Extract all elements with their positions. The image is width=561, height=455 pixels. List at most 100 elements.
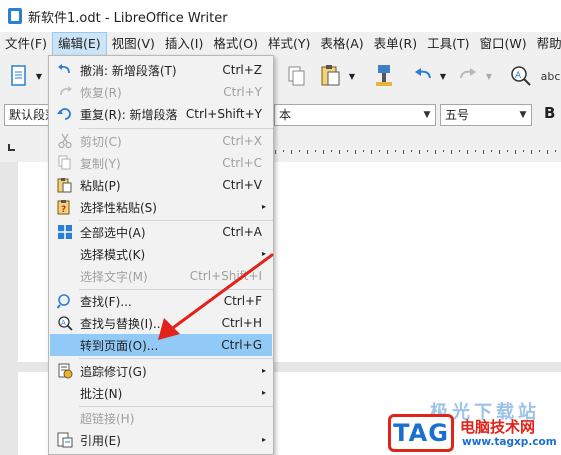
ruler-tick	[483, 150, 484, 154]
copy-toolbar-icon[interactable]	[286, 64, 308, 88]
undo-icon	[50, 59, 80, 81]
menu-table[interactable]: 表格(A)	[315, 32, 368, 56]
menu-item-track-changes[interactable]: 追踪修订(G) ▸	[50, 360, 272, 382]
menu-separator	[79, 358, 273, 359]
chevron-down-icon[interactable]: ▼	[34, 70, 44, 82]
ruler-tick	[291, 150, 292, 154]
menu-bar: 文件(F) 编辑(E) 视图(V) 插入(I) 格式(O) 样式(Y) 表格(A…	[0, 32, 561, 56]
ruler-tick	[459, 150, 460, 152]
menu-item-paste[interactable]: 粘贴(P) Ctrl+V	[50, 174, 272, 196]
undo-dropdown-icon[interactable]: ▼	[438, 70, 448, 82]
menu-item-find[interactable]: 查找(F)... Ctrl+F	[50, 290, 272, 312]
ruler-tick	[451, 150, 452, 154]
copy-icon	[50, 152, 80, 174]
window-title: 新软件1.odt - LibreOffice Writer	[28, 10, 228, 26]
paste-dropdown-icon[interactable]: ▼	[347, 70, 357, 82]
reference-icon	[50, 429, 80, 451]
ruler-tick	[363, 150, 364, 152]
ruler-tick	[403, 150, 404, 154]
submenu-arrow-icon: ▸	[261, 249, 266, 258]
menu-form[interactable]: 表单(R)	[369, 32, 422, 56]
ruler-tick	[275, 150, 276, 154]
clone-formatting-icon[interactable]	[372, 62, 396, 88]
redo-icon	[50, 81, 80, 103]
ruler-tick	[539, 150, 540, 152]
menu-edit[interactable]: 编辑(E)	[51, 32, 107, 56]
font-size-value: 五号	[445, 108, 470, 122]
menu-item-selection-mode[interactable]: 选择模式(K) ▸	[50, 243, 272, 265]
ruler-tick	[555, 150, 556, 152]
watermark-url: www.tagxp.com	[462, 436, 557, 448]
ruler-tick	[307, 150, 308, 154]
ruler-tick	[379, 150, 380, 152]
paste-icon	[50, 174, 80, 196]
menu-tools[interactable]: 工具(T)	[422, 32, 474, 56]
writer-app-icon	[8, 8, 22, 24]
horizontal-ruler[interactable]	[275, 150, 561, 160]
select-all-icon	[50, 221, 80, 243]
redo-dropdown-icon[interactable]: ▼	[484, 70, 494, 82]
menu-item-find-replace[interactable]: A 查找与替换(I)... Ctrl+H	[50, 312, 272, 334]
tab-stop-icon[interactable]	[8, 144, 15, 151]
ruler-tick	[355, 150, 356, 154]
ruler-tick	[515, 150, 516, 154]
menu-styles[interactable]: 样式(Y)	[263, 32, 315, 56]
menu-separator	[79, 128, 273, 129]
svg-text:A: A	[515, 71, 522, 81]
menu-item-repeat[interactable]: 重复(R): 新增段落 Ctrl+Shift+Y	[50, 103, 272, 125]
edit-menu: 撤消: 新增段落(T) Ctrl+Z 恢复(R) Ctrl+Y 重复(R): 新…	[48, 55, 274, 455]
chevron-down-icon[interactable]: ▼	[515, 105, 531, 125]
font-name-value: 本	[279, 108, 292, 122]
ruler-tick	[283, 150, 284, 152]
spellcheck-icon[interactable]: abc	[540, 62, 561, 90]
menu-item-undo[interactable]: 撤消: 新增段落(T) Ctrl+Z	[50, 59, 272, 81]
ruler-tick	[387, 150, 388, 154]
submenu-arrow-icon: ▸	[261, 202, 266, 211]
ruler-tick	[475, 150, 476, 152]
ruler-tick	[347, 150, 348, 152]
ruler-tick	[531, 150, 532, 154]
menu-window[interactable]: 窗口(W)	[475, 32, 532, 56]
paste-toolbar-icon[interactable]	[318, 62, 342, 88]
ruler-tick	[507, 150, 508, 152]
ruler-tick	[395, 150, 396, 152]
ruler-tick	[523, 150, 524, 152]
redo-toolbar-icon[interactable]	[455, 64, 479, 88]
menu-item-comment[interactable]: 批注(N) ▸	[50, 382, 272, 404]
scissors-icon	[50, 130, 80, 152]
menu-item-paste-special[interactable]: ? 选择性粘贴(S) ▸	[50, 196, 272, 218]
ruler-tick	[411, 150, 412, 152]
ruler-tick	[467, 150, 468, 154]
menu-item-redo[interactable]: 恢复(R) Ctrl+Y	[50, 81, 272, 103]
menu-item-copy[interactable]: 复制(Y) Ctrl+C	[50, 152, 272, 174]
menu-item-cut[interactable]: 剪切(C) Ctrl+X	[50, 130, 272, 152]
watermark-cn-text: 电脑技术网	[460, 418, 536, 436]
ruler-tick	[371, 150, 372, 154]
font-size-combo[interactable]: 五号 ▼	[440, 104, 532, 126]
ruler-tick	[491, 150, 492, 152]
menu-help[interactable]: 帮助(H)	[532, 32, 561, 56]
menu-item-select-all[interactable]: 全部选中(A) Ctrl+A	[50, 221, 272, 243]
ruler-tick	[547, 150, 548, 154]
menu-item-select-text[interactable]: 选择文字(M) Ctrl+Shift+I	[50, 265, 272, 287]
menu-format[interactable]: 格式(O)	[208, 32, 263, 56]
menu-item-goto-page[interactable]: 转到页面(O)... Ctrl+G	[50, 334, 272, 356]
chevron-down-icon[interactable]: ▼	[419, 105, 435, 125]
menu-insert[interactable]: 插入(I)	[160, 32, 208, 56]
find-replace-toolbar-icon[interactable]: A	[508, 62, 534, 90]
new-document-icon[interactable]	[8, 64, 30, 88]
font-name-combo[interactable]: 本 ▼	[274, 104, 436, 126]
tag-logo: TAG	[388, 414, 454, 452]
menu-view[interactable]: 视图(V)	[107, 32, 160, 56]
ruler-tick	[427, 150, 428, 152]
ruler-tick	[339, 150, 340, 154]
menu-file[interactable]: 文件(F)	[0, 32, 52, 56]
undo-toolbar-icon[interactable]	[412, 64, 436, 88]
menu-item-reference[interactable]: 引用(E) ▸	[50, 429, 272, 451]
repeat-icon	[50, 103, 80, 125]
bold-button[interactable]: B	[544, 104, 555, 122]
ruler-tick	[435, 150, 436, 154]
menu-item-hyperlink[interactable]: 超链接(H)	[50, 407, 272, 429]
ruler-tick	[419, 150, 420, 154]
submenu-arrow-icon: ▸	[261, 388, 266, 397]
